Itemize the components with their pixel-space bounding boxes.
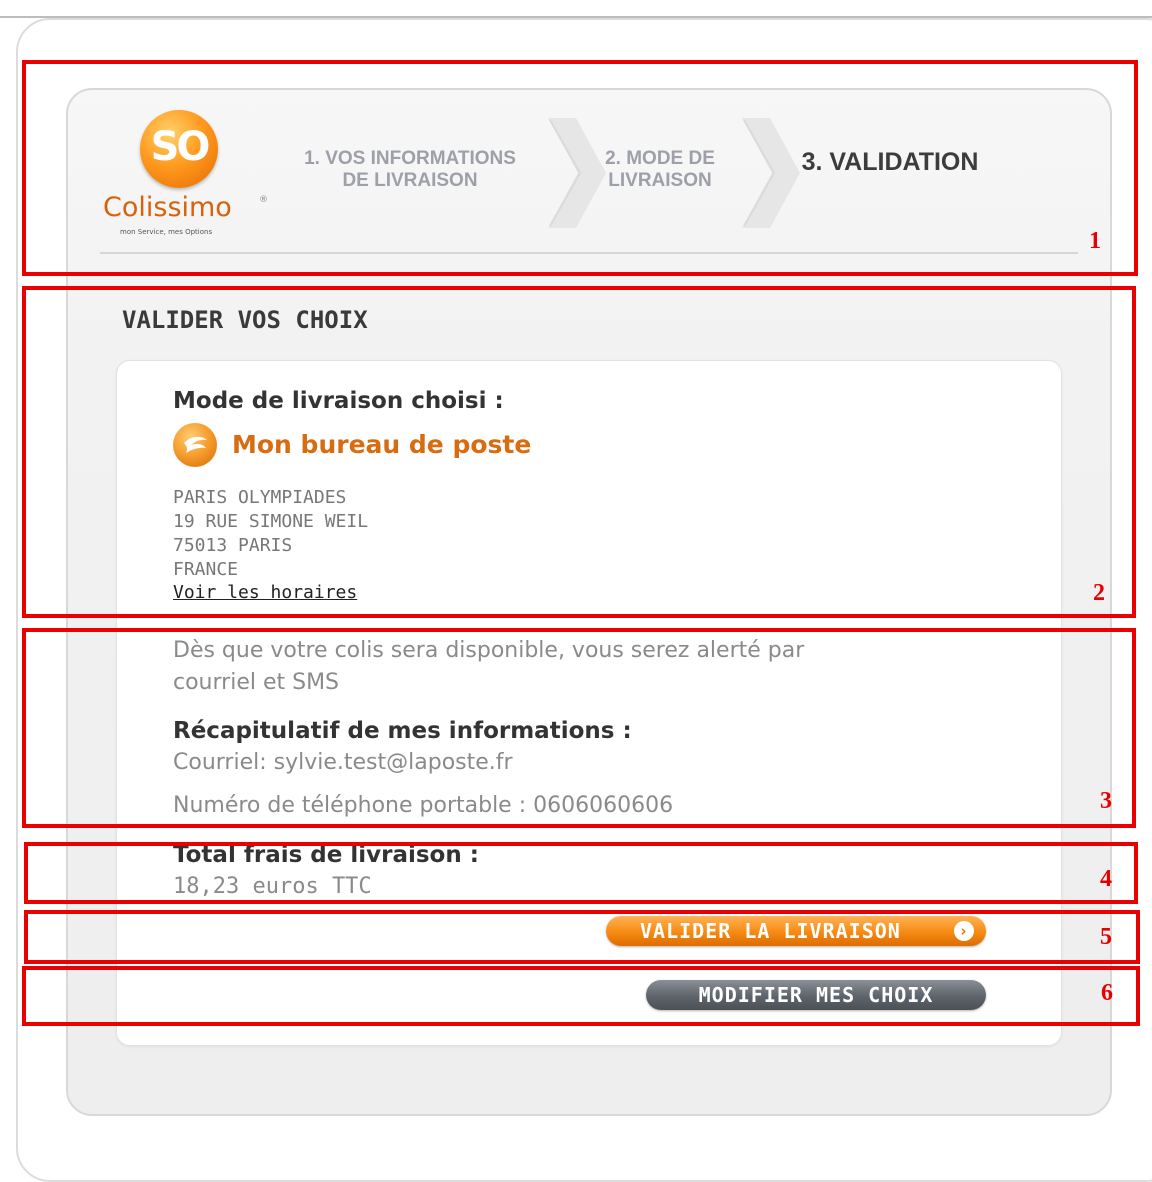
annotation-number: 3	[1100, 788, 1112, 814]
annotation-number: 5	[1100, 924, 1112, 950]
annotation-number: 4	[1100, 866, 1112, 892]
annotation-box-1	[22, 60, 1138, 276]
annotation-box-6	[22, 966, 1140, 1026]
annotation-number: 1	[1089, 228, 1101, 254]
annotation-box-5	[24, 910, 1140, 964]
annotation-box-3	[22, 628, 1136, 828]
annotation-number: 2	[1093, 580, 1105, 606]
annotation-number: 6	[1101, 980, 1113, 1006]
annotation-box-4	[24, 842, 1138, 904]
annotation-box-2	[22, 286, 1136, 618]
